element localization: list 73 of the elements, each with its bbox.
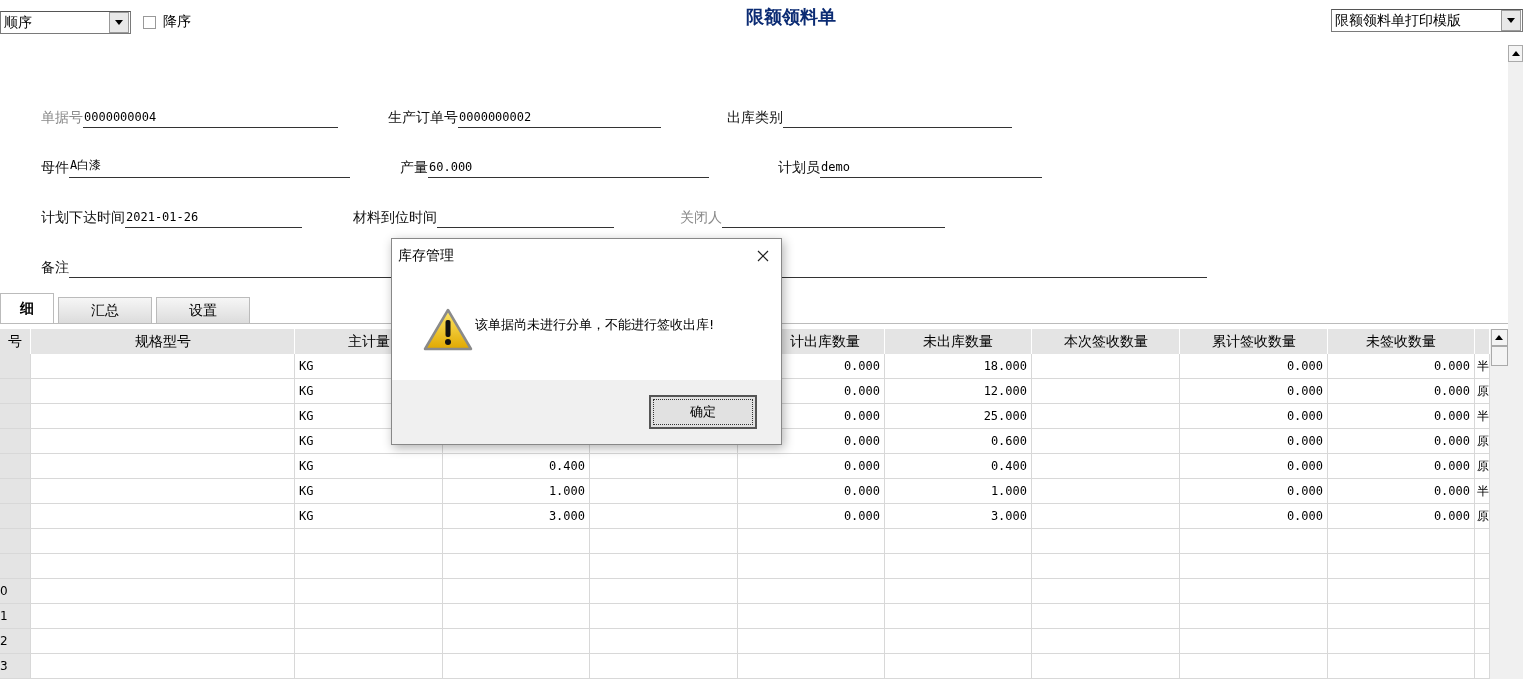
column-header: 累计签收数量: [1180, 329, 1328, 354]
table-cell: 0.000: [738, 504, 885, 529]
table-cell: 0.000: [1180, 429, 1328, 454]
table-cell: 3.000: [443, 504, 590, 529]
field-label: 母件: [41, 158, 69, 177]
row-number: 2: [0, 629, 31, 654]
table-cell: 0.000: [738, 454, 885, 479]
column-header: 本次签收数量: [1032, 329, 1180, 354]
input-field[interactable]: 0000000004: [83, 106, 338, 128]
table-cell: 18.000: [885, 354, 1032, 379]
column-header: 号: [0, 329, 31, 354]
tab[interactable]: 细: [0, 293, 54, 323]
table-cell: 0.000: [1180, 504, 1328, 529]
ok-button[interactable]: 确定: [649, 395, 757, 429]
page-title: 限额领料单: [745, 5, 837, 29]
sort-dropdown[interactable]: 顺序: [0, 11, 131, 34]
table-cell: 半: [1475, 354, 1490, 379]
table-cell: 0.000: [1328, 454, 1475, 479]
table-cell: KG: [295, 454, 443, 479]
dialog-title: 库存管理: [398, 246, 454, 265]
table-cell: 0.000: [1180, 479, 1328, 504]
table-cell: 0.000: [1328, 479, 1475, 504]
column-header: 未签收数量: [1328, 329, 1475, 354]
dialog-message: 该单据尚未进行分单，不能进行签收出库!: [475, 316, 715, 334]
row-number: 0: [0, 579, 31, 604]
field-label: 计划员: [778, 158, 820, 177]
table-cell: 0.000: [1328, 429, 1475, 454]
table-cell: 0.000: [1180, 454, 1328, 479]
table-cell: 半: [1475, 404, 1490, 429]
field-label: 备注: [41, 258, 69, 277]
field-label: 关闭人: [680, 208, 722, 227]
field-label: 生产订单号: [388, 108, 458, 127]
table-cell: 原: [1475, 454, 1490, 479]
table-cell: 0.000: [1180, 379, 1328, 404]
table-cell: 3.000: [885, 504, 1032, 529]
table-cell: 0.000: [1328, 504, 1475, 529]
table-cell: 0.400: [443, 454, 590, 479]
field-label: 单据号: [41, 108, 83, 127]
table-cell: 0.000: [1328, 379, 1475, 404]
row-number: 1: [0, 604, 31, 629]
table-cell: 0.000: [738, 479, 885, 504]
tab[interactable]: 汇总: [58, 297, 152, 323]
input-field[interactable]: demo: [820, 156, 1042, 178]
table-cell: 12.000: [885, 379, 1032, 404]
field-label: 材料到位时间: [353, 208, 437, 227]
row-number: 3: [0, 654, 31, 679]
table-cell: 半: [1475, 479, 1490, 504]
table-cell: 0.600: [885, 429, 1032, 454]
table-cell: 原: [1475, 379, 1490, 404]
field-label: 产量: [400, 158, 428, 177]
table-cell: 原: [1475, 429, 1490, 454]
table-cell: KG: [295, 504, 443, 529]
input-field[interactable]: 0000000002: [458, 106, 661, 128]
input-field[interactable]: 2021-01-26: [125, 206, 302, 228]
table-cell: 0.400: [885, 454, 1032, 479]
table-cell: 0.000: [1328, 404, 1475, 429]
input-field[interactable]: 60.000: [428, 156, 709, 178]
table-cell: 0.000: [1328, 354, 1475, 379]
field-label: 出库类别: [727, 108, 783, 127]
table-cell: 25.000: [885, 404, 1032, 429]
column-header: 规格型号: [31, 329, 295, 354]
table-cell: KG: [295, 479, 443, 504]
table-cell: 1.000: [885, 479, 1032, 504]
tab[interactable]: 设置: [156, 297, 250, 323]
table-cell: 1.000: [443, 479, 590, 504]
field-label: 计划下达时间: [41, 208, 125, 227]
table-cell: 0.000: [1180, 404, 1328, 429]
template-dropdown[interactable]: 限额领料单打印模版: [1331, 9, 1523, 32]
descending-label: 降序: [163, 13, 191, 31]
input-field[interactable]: A白漆: [69, 156, 350, 178]
table-cell: 原: [1475, 504, 1490, 529]
table-cell: 0.000: [1180, 354, 1328, 379]
column-header: 未出库数量: [885, 329, 1032, 354]
